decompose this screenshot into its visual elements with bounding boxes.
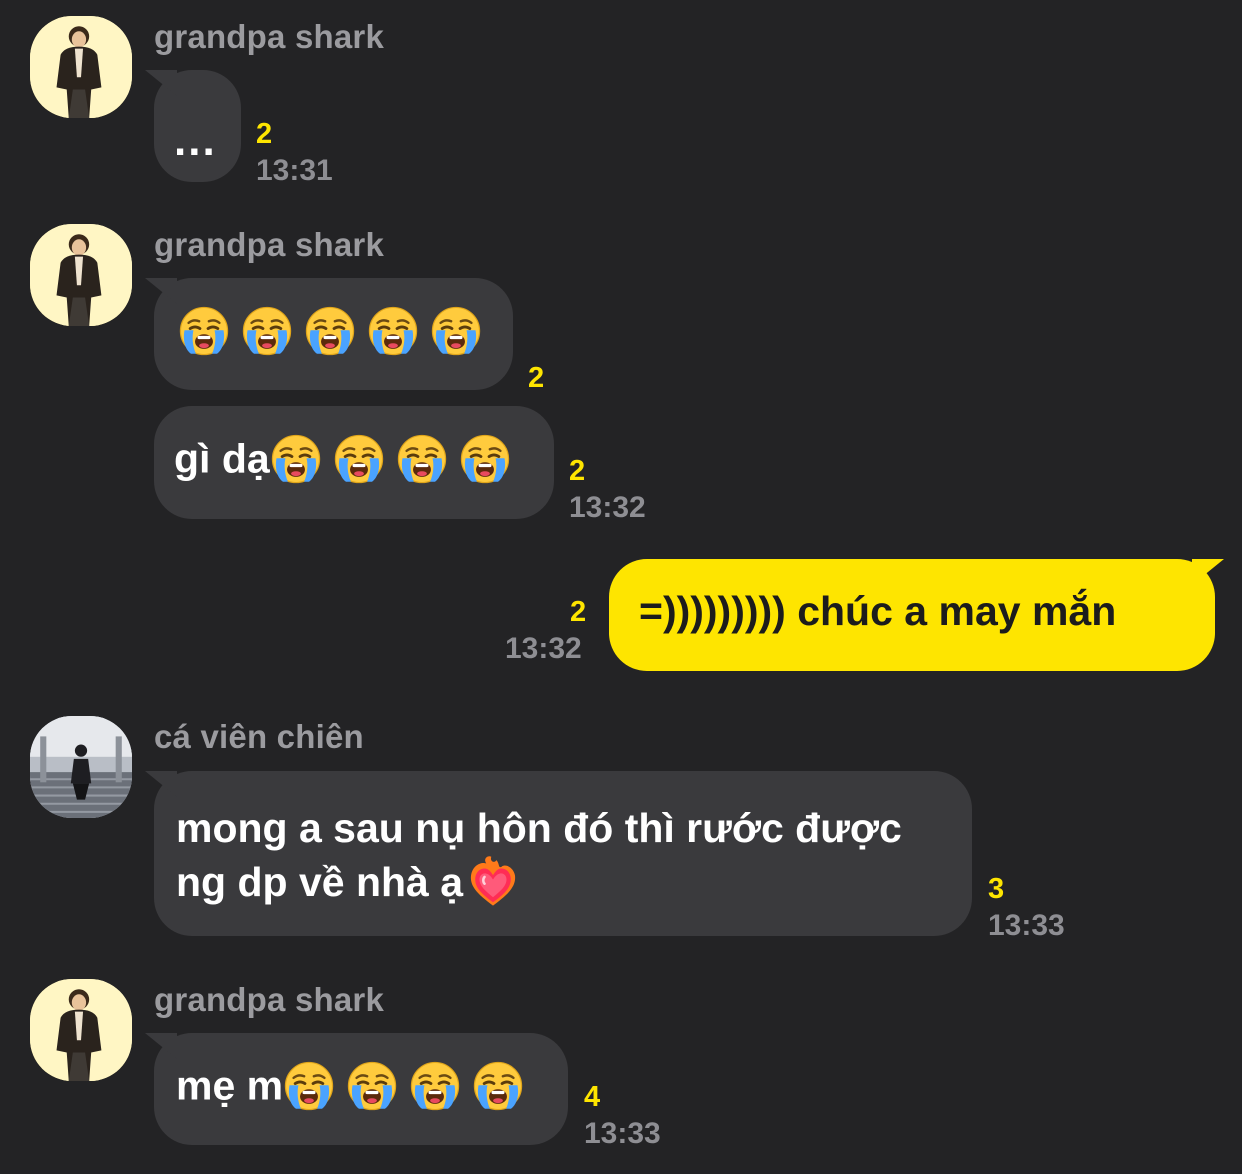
unread-count: 3 <box>988 873 1005 905</box>
loudly-crying-face-icon <box>270 433 322 485</box>
avatar-image <box>30 716 132 818</box>
timestamp: 13:33 <box>584 1117 661 1150</box>
loudly-crying-face-icon <box>178 305 230 357</box>
avatar-photo[interactable] <box>30 716 132 818</box>
loudly-crying-face-icon <box>430 305 482 357</box>
timestamp: 13:32 <box>569 491 646 524</box>
heart-on-fire-icon <box>466 855 520 909</box>
timestamp: 13:31 <box>256 154 333 187</box>
avatar-photo[interactable] <box>30 979 132 1081</box>
loudly-crying-face-icon <box>346 1060 398 1112</box>
unread-count: 2 <box>570 596 587 628</box>
unread-count: 2 <box>528 362 545 394</box>
loudly-crying-face-icon <box>459 433 511 485</box>
timestamp: 13:32 <box>505 632 582 665</box>
avatar-photo[interactable] <box>30 16 132 118</box>
message-text-line: ng dp về nhà ạ <box>176 859 464 905</box>
loudly-crying-face-icon <box>409 1060 461 1112</box>
unread-count: 2 <box>256 118 273 150</box>
message-text: mẹ m <box>176 1062 284 1109</box>
loudly-crying-face-icon <box>333 433 385 485</box>
sender-name: grandpa shark <box>154 226 385 263</box>
avatar-image <box>30 224 132 326</box>
loudly-crying-face-icon <box>367 305 419 357</box>
sender-name: grandpa shark <box>154 18 385 55</box>
avatar-image <box>30 979 132 1081</box>
message-bubble[interactable]: mong a sau nụ hôn đó thì rước được ng dp… <box>154 771 972 936</box>
message-text: gì dạ <box>174 435 270 482</box>
message-bubble[interactable]: gì dạ <box>154 406 554 519</box>
loudly-crying-face-icon <box>283 1060 335 1112</box>
message-text: ... <box>174 116 217 165</box>
unread-count: 4 <box>584 1081 601 1113</box>
loudly-crying-face-icon <box>304 305 356 357</box>
loudly-crying-face-icon <box>472 1060 524 1112</box>
message-text: =))))))))) chúc a may mắn <box>639 588 1117 634</box>
chat-screen: { "messages": [ { "sender": "grandpa sha… <box>0 0 1242 1174</box>
message-text-line: mong a sau nụ hôn đó thì rước được <box>176 805 902 851</box>
loudly-crying-face-icon <box>396 433 448 485</box>
avatar-photo[interactable] <box>30 224 132 326</box>
sender-name: grandpa shark <box>154 981 385 1018</box>
timestamp: 13:33 <box>988 909 1065 942</box>
message-bubble[interactable]: mẹ m <box>154 1033 568 1145</box>
loudly-crying-face-icon <box>241 305 293 357</box>
message-bubble[interactable] <box>154 278 513 390</box>
avatar-image <box>30 16 132 118</box>
own-message-bubble[interactable]: =))))))))) chúc a may mắn <box>609 559 1215 671</box>
unread-count: 2 <box>569 455 586 487</box>
sender-name: cá viên chiên <box>154 718 364 755</box>
